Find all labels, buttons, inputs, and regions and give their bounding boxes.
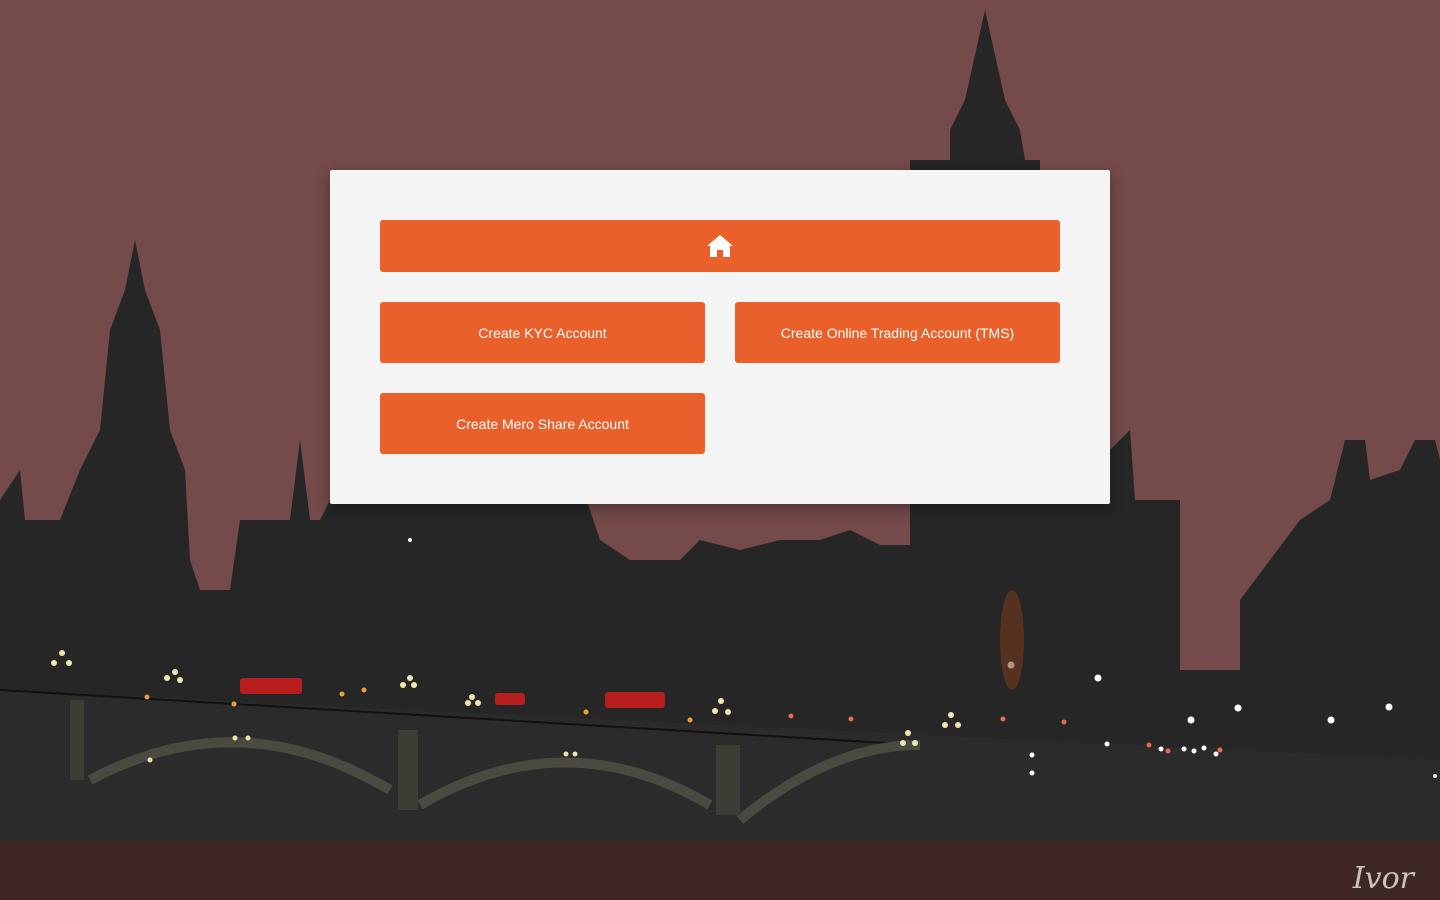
- create-mero-share-account-button[interactable]: Create Mero Share Account: [380, 393, 705, 454]
- home-button[interactable]: [380, 220, 1060, 272]
- create-kyc-account-button[interactable]: Create KYC Account: [380, 302, 705, 363]
- account-options-panel: Create KYC Account Create Online Trading…: [330, 170, 1110, 504]
- artist-signature: Ivor: [1352, 861, 1414, 896]
- home-icon: [707, 235, 733, 257]
- create-online-trading-account-button[interactable]: Create Online Trading Account (TMS): [735, 302, 1060, 363]
